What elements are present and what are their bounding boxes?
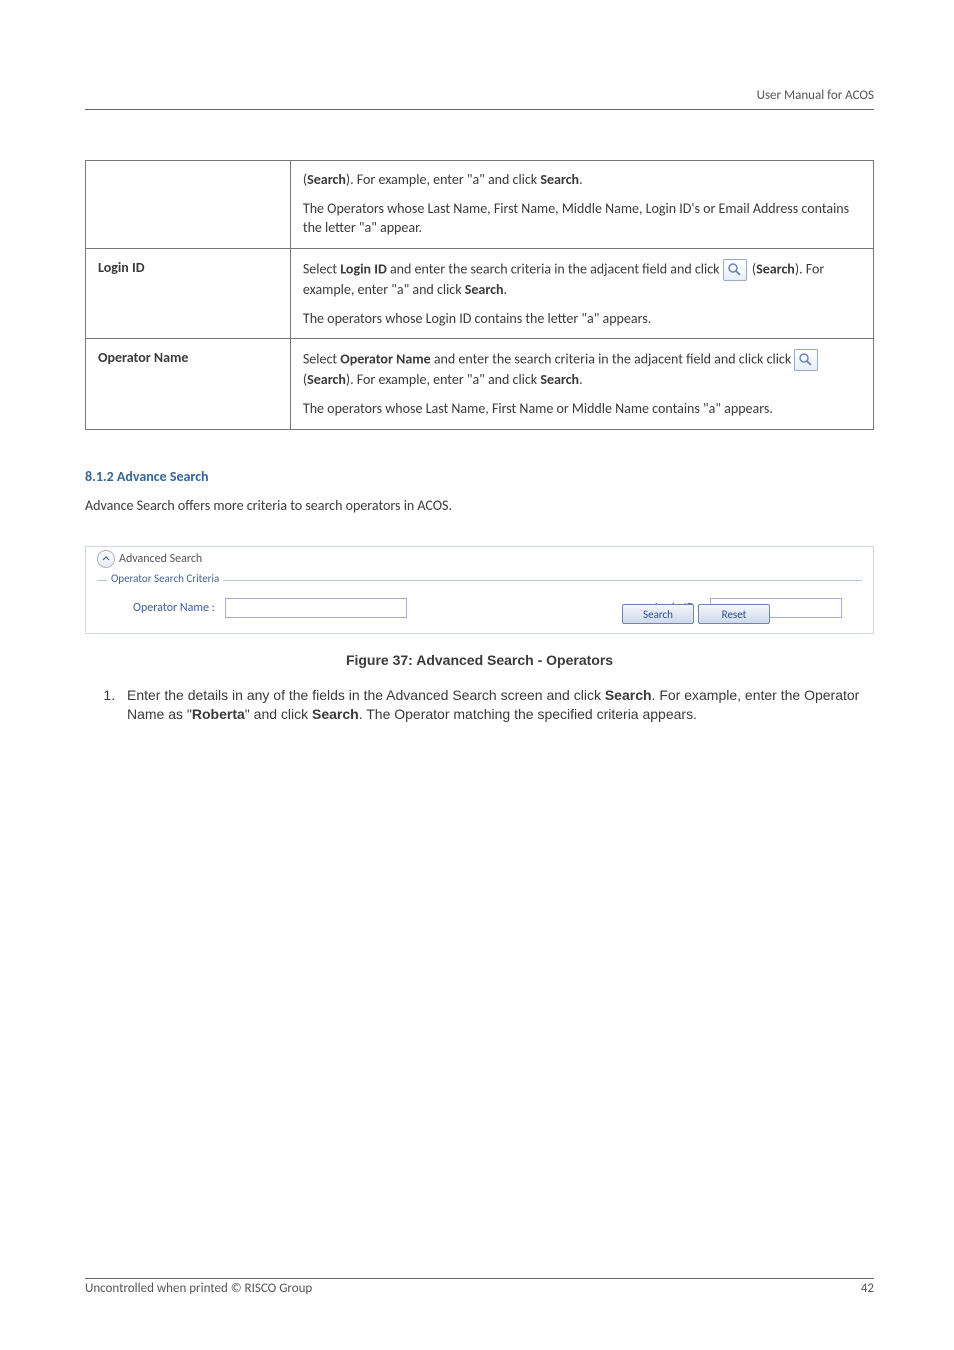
step-list: Enter the details in any of the fields i…	[119, 686, 874, 724]
section-intro: Advance Search offers more criteria to s…	[85, 497, 874, 514]
paragraph: Select Login ID and enter the search cri…	[303, 259, 861, 300]
table-row: (Search). For example, enter "a" and cli…	[86, 161, 874, 249]
row-desc: (Search). For example, enter "a" and cli…	[290, 161, 873, 249]
paragraph: The operators whose Login ID contains th…	[303, 310, 861, 329]
fieldset-legend: Operator Search Criteria	[107, 572, 223, 585]
row-desc: Select Login ID and enter the search cri…	[290, 248, 873, 339]
search-button[interactable]: Search	[622, 604, 694, 624]
description-table: (Search). For example, enter "a" and cli…	[85, 160, 874, 430]
collapse-icon[interactable]	[97, 550, 115, 568]
page-number: 42	[861, 1281, 874, 1296]
figure-caption: Figure 37: Advanced Search - Operators	[85, 652, 874, 668]
header-rule	[85, 109, 874, 110]
footer-text: Uncontrolled when printed © RISCO Group	[85, 1281, 312, 1296]
paragraph: (Search). For example, enter "a" and cli…	[303, 171, 861, 190]
button-row: Search Reset	[622, 604, 770, 624]
page-header: User Manual for ACOS	[85, 88, 874, 110]
list-item: Enter the details in any of the fields i…	[119, 686, 874, 724]
paragraph: Select Operator Name and enter the searc…	[303, 349, 861, 390]
row-label: Login ID	[86, 248, 291, 339]
panel-title: Advanced Search	[119, 552, 202, 566]
page-footer: Uncontrolled when printed © RISCO Group …	[85, 1278, 874, 1296]
operator-name-group: Operator Name :	[133, 598, 407, 618]
search-icon	[723, 259, 747, 281]
paragraph: The operators whose Last Name, First Nam…	[303, 400, 861, 419]
row-label	[86, 161, 291, 249]
page: User Manual for ACOS (Search). For examp…	[0, 0, 954, 1350]
search-icon	[794, 349, 818, 371]
table-row: Login ID Select Login ID and enter the s…	[86, 248, 874, 339]
section-heading: 8.1.2 Advance Search	[85, 468, 874, 485]
footer-rule	[85, 1278, 874, 1279]
advanced-search-inner: Advanced Search Operator Search Criteria…	[89, 550, 870, 630]
panel-title-row: Advanced Search	[95, 550, 204, 568]
reset-button[interactable]: Reset	[698, 604, 770, 624]
row-desc: Select Operator Name and enter the searc…	[290, 339, 873, 430]
header-title: User Manual for ACOS	[85, 88, 874, 103]
table-row: Operator Name Select Operator Name and e…	[86, 339, 874, 430]
content: (Search). For example, enter "a" and cli…	[85, 160, 874, 724]
row-label: Operator Name	[86, 339, 291, 430]
footer-row: Uncontrolled when printed © RISCO Group …	[85, 1281, 874, 1296]
operator-name-input[interactable]	[225, 598, 407, 618]
operator-name-label: Operator Name :	[133, 601, 215, 615]
paragraph: The Operators whose Last Name, First Nam…	[303, 200, 861, 238]
advanced-search-panel: Advanced Search Operator Search Criteria…	[85, 546, 874, 634]
